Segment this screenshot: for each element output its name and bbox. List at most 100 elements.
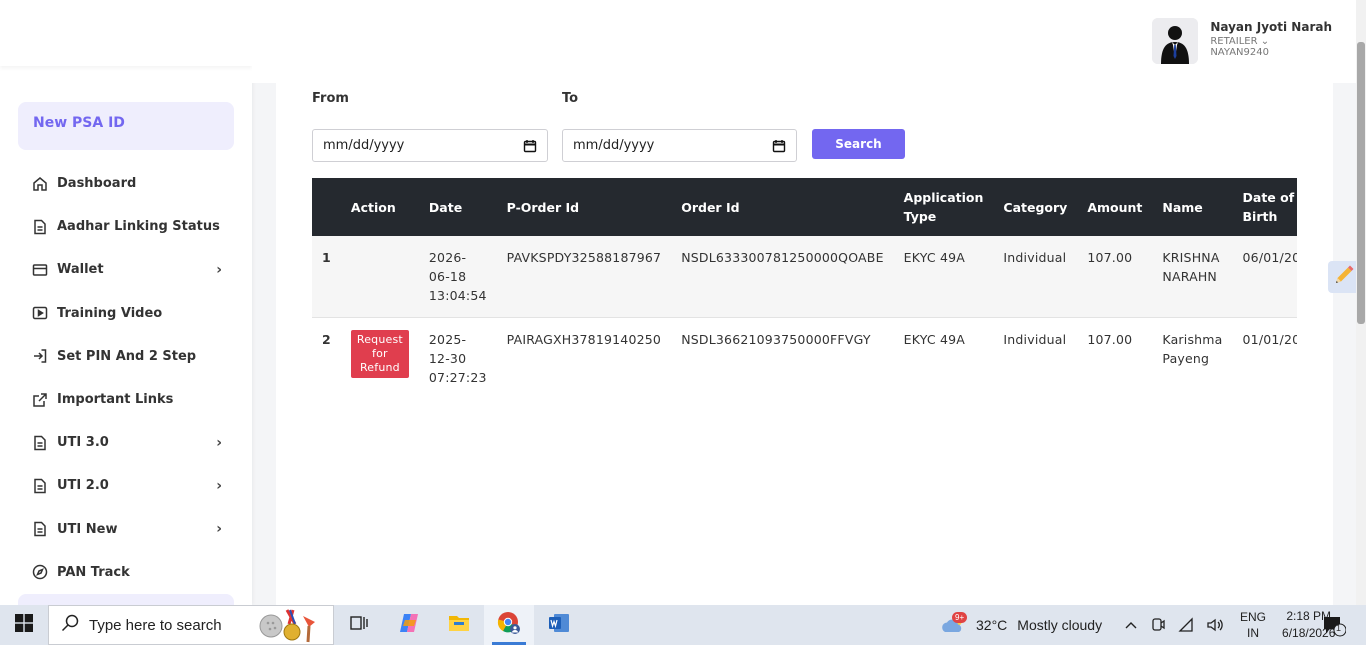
cell-date: 2026-06-18 13:04:54 xyxy=(428,250,487,303)
wallet-icon xyxy=(32,262,48,278)
language-indicator[interactable]: ENG IN xyxy=(1240,609,1266,641)
taskbar-search-box[interactable]: Type here to search xyxy=(48,605,334,645)
home-icon xyxy=(32,176,48,192)
user-info: Nayan Jyoti Narah RETAILER ⌄ NAYAN9240 xyxy=(1210,18,1332,58)
notification-count: 1 xyxy=(1336,623,1342,633)
avatar xyxy=(1152,18,1199,64)
document-icon xyxy=(32,478,48,494)
user-name: Nayan Jyoti Narah xyxy=(1210,20,1332,34)
taskbar-search-placeholder: Type here to search xyxy=(89,616,222,634)
sidebar-nav: Dashboard Aadhar Linking Status Wallet ›… xyxy=(0,162,252,594)
cell-no: 1 xyxy=(322,250,331,265)
sidebar-item-label: Aadhar Linking Status xyxy=(57,219,220,235)
cell-amount: 107.00 xyxy=(1087,250,1133,265)
sidebar-item-label: UTI 2.0 xyxy=(57,478,109,494)
from-label: From xyxy=(312,91,349,106)
search-highlight-icon xyxy=(257,608,327,645)
cell-porder-id: PAVKSPDY32588187967 xyxy=(506,250,662,265)
orders-table-container[interactable]: Action Date P-Order Id Order Id Applicat… xyxy=(312,178,1297,398)
user-menu[interactable]: Nayan Jyoti Narah RETAILER ⌄ NAYAN9240 xyxy=(1152,18,1332,64)
cell-app-type: EKYC 49A xyxy=(903,250,966,265)
page-scrollbar[interactable] xyxy=(1356,0,1366,605)
cell-dob: 06/01/2008 xyxy=(1242,250,1297,265)
external-link-icon xyxy=(32,392,48,408)
sidebar-item-label: Training Video xyxy=(57,305,163,321)
cell-no: 2 xyxy=(322,332,331,347)
document-icon xyxy=(32,219,48,235)
chrome-button[interactable] xyxy=(484,605,534,645)
notification-center-button[interactable]: 1 xyxy=(1322,615,1347,641)
from-date-input[interactable]: mm/dd/yyyy xyxy=(312,129,548,162)
weather-widget[interactable]: 9+ 32°C Mostly cloudy xyxy=(940,605,1102,645)
cell-porder-id: PAIRAGXH37819140250 xyxy=(506,332,662,347)
sidebar-item-label: Dashboard xyxy=(57,176,137,192)
cell-category: Individual xyxy=(1003,332,1067,347)
sidebar-item-dashboard[interactable]: Dashboard xyxy=(0,162,252,205)
file-explorer-button[interactable] xyxy=(434,605,484,645)
notification-icon xyxy=(1322,617,1347,641)
word-icon xyxy=(547,611,571,639)
word-button[interactable] xyxy=(534,605,584,645)
sidebar-item-set-pin[interactable]: Set PIN And 2 Step xyxy=(0,335,252,378)
col-header-no xyxy=(312,178,341,236)
document-icon xyxy=(32,521,48,537)
scrollbar-thumb[interactable] xyxy=(1357,42,1365,324)
sidebar-item-aadhar-linking-status[interactable]: Aadhar Linking Status xyxy=(0,205,252,248)
to-label: To xyxy=(562,91,579,106)
wifi-icon[interactable] xyxy=(1178,617,1194,633)
sidebar-item-pan-track[interactable]: PAN Track xyxy=(0,551,252,594)
cell-name: Karishma Payeng xyxy=(1162,332,1223,366)
col-header-category: Category xyxy=(1003,199,1068,215)
col-header-amount: Amount xyxy=(1087,199,1143,215)
start-button[interactable] xyxy=(0,605,48,645)
col-header-dob: Date of Birth xyxy=(1242,190,1295,224)
sidebar-item-important-links[interactable]: Important Links xyxy=(0,378,252,421)
sidebar-item-label: Wallet xyxy=(57,262,104,278)
new-psa-id-button[interactable]: New PSA ID xyxy=(18,102,234,150)
cell-date: 2025-12-30 07:27:23 xyxy=(428,332,487,385)
chrome-icon xyxy=(496,610,522,640)
sidebar-item-uti-2[interactable]: UTI 2.0 › xyxy=(0,464,252,507)
chevron-right-icon: › xyxy=(216,521,222,538)
sidebar-item-label: PAN Track xyxy=(57,564,130,580)
chevron-up-icon[interactable] xyxy=(1124,618,1138,632)
search-button[interactable]: Search xyxy=(812,129,905,159)
chevron-down-icon: ⌄ xyxy=(1260,36,1270,47)
col-header-name: Name xyxy=(1162,199,1203,215)
compass-icon xyxy=(32,564,48,580)
sidebar-item-partial[interactable] xyxy=(18,594,234,605)
volume-icon[interactable] xyxy=(1206,617,1224,633)
cell-app-type: EKYC 49A xyxy=(903,332,966,347)
sidebar-item-uti-3[interactable]: UTI 3.0 › xyxy=(0,421,252,464)
sidebar-item-uti-new[interactable]: UTI New › xyxy=(0,508,252,551)
table-row: 1 2026-06-18 13:04:54 PAVKSPDY3258818796… xyxy=(312,236,1297,318)
document-icon xyxy=(32,435,48,451)
sidebar: New PSA ID Dashboard Aadhar Linking Stat… xyxy=(0,0,252,605)
col-header-action: Action xyxy=(350,199,396,215)
orders-table: Action Date P-Order Id Order Id Applicat… xyxy=(312,178,1297,398)
language-code: ENG xyxy=(1240,610,1267,624)
pencil-icon xyxy=(1332,263,1356,291)
sidebar-item-wallet[interactable]: Wallet › xyxy=(0,248,252,291)
task-view-button[interactable] xyxy=(334,605,384,645)
copilot-icon xyxy=(397,611,421,639)
calendar-icon[interactable] xyxy=(772,139,786,153)
region-code: IN xyxy=(1247,626,1259,640)
col-header-order-id: Order Id xyxy=(681,199,740,215)
system-tray: ENG IN 2:18 PM 6/18/2026 xyxy=(1118,605,1335,645)
cell-order-id: NSDL36621093750000FFVGY xyxy=(681,332,871,347)
chevron-right-icon: › xyxy=(216,261,222,278)
col-header-porder-id: P-Order Id xyxy=(506,199,580,215)
table-header-row: Action Date P-Order Id Order Id Applicat… xyxy=(312,178,1297,236)
sidebar-logo-area xyxy=(0,0,252,66)
copilot-button[interactable] xyxy=(384,605,434,645)
sidebar-item-training-video[interactable]: Training Video xyxy=(0,292,252,335)
calendar-icon[interactable] xyxy=(523,139,537,153)
cell-dob: 01/01/2005 xyxy=(1242,332,1297,347)
to-date-input[interactable]: mm/dd/yyyy xyxy=(562,129,797,162)
request-refund-button[interactable]: Request for Refund xyxy=(350,330,409,378)
folder-icon xyxy=(447,611,471,639)
meet-now-icon[interactable] xyxy=(1150,617,1166,633)
user-id: NAYAN9240 xyxy=(1210,47,1269,58)
sidebar-item-label: UTI New xyxy=(57,521,118,537)
